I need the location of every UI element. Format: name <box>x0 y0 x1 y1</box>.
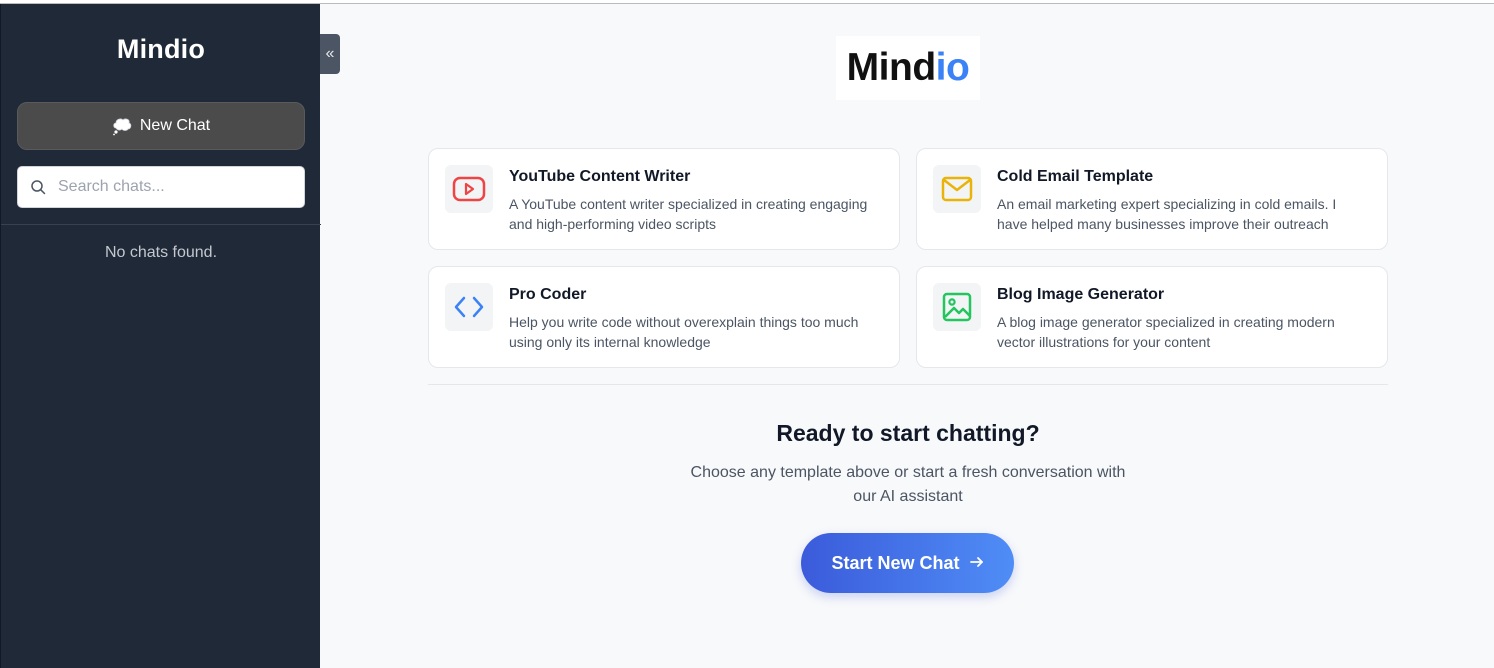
double-chevron-left-icon: « <box>325 45 335 62</box>
empty-chats-message: No chats found. <box>104 244 218 261</box>
search-input[interactable] <box>58 178 294 196</box>
template-title: Cold Email Template <box>997 168 1154 185</box>
start-new-chat-button[interactable]: Start New Chat <box>801 533 1014 593</box>
cta-subtitle: Choose any template above or start a fre… <box>690 464 1126 505</box>
code-icon <box>445 283 493 331</box>
main-logo: Mind io <box>836 36 980 100</box>
new-chat-label: New Chat <box>139 117 211 134</box>
search-icon <box>18 179 58 195</box>
logo-text-part1: Mind <box>846 46 936 89</box>
template-description: A YouTube content writer specialized in … <box>509 196 868 232</box>
youtube-play-icon <box>445 165 493 213</box>
template-card-pro-coder[interactable]: Pro Coder Help you write code without ov… <box>428 266 900 368</box>
template-title: Blog Image Generator <box>997 286 1165 303</box>
start-new-chat-label: Start New Chat <box>831 552 960 573</box>
template-card-cold-email[interactable]: Cold Email Template An email marketing e… <box>916 148 1388 250</box>
mail-icon <box>933 165 981 213</box>
sidebar-divider <box>1 224 321 225</box>
template-description: Help you write code without overexplain … <box>509 314 859 350</box>
app: Mindio New Chat No chats found. <box>0 0 1494 668</box>
template-card-youtube[interactable]: YouTube Content Writer A YouTube content… <box>428 148 900 250</box>
sidebar: Mindio New Chat No chats found. <box>0 4 321 668</box>
new-chat-button[interactable]: New Chat <box>17 102 305 150</box>
collapse-sidebar-button[interactable]: « <box>320 34 340 74</box>
section-divider <box>428 384 1388 385</box>
image-icon <box>933 283 981 331</box>
sidebar-brand: Mindio <box>116 34 206 64</box>
chat-bubble-icon <box>112 116 132 136</box>
template-description: A blog image generator specialized in cr… <box>997 314 1335 350</box>
search-box <box>17 166 305 208</box>
template-title: Pro Coder <box>509 286 587 303</box>
arrow-right-icon <box>969 553 984 574</box>
template-description: An email marketing expert specializing i… <box>997 196 1337 232</box>
cta-heading: Ready to start chatting? <box>776 420 1040 446</box>
template-title: YouTube Content Writer <box>509 168 691 185</box>
template-card-blog-image[interactable]: Blog Image Generator A blog image genera… <box>916 266 1388 368</box>
logo-text-part2: io <box>935 46 970 89</box>
window-top-border <box>0 0 1494 4</box>
